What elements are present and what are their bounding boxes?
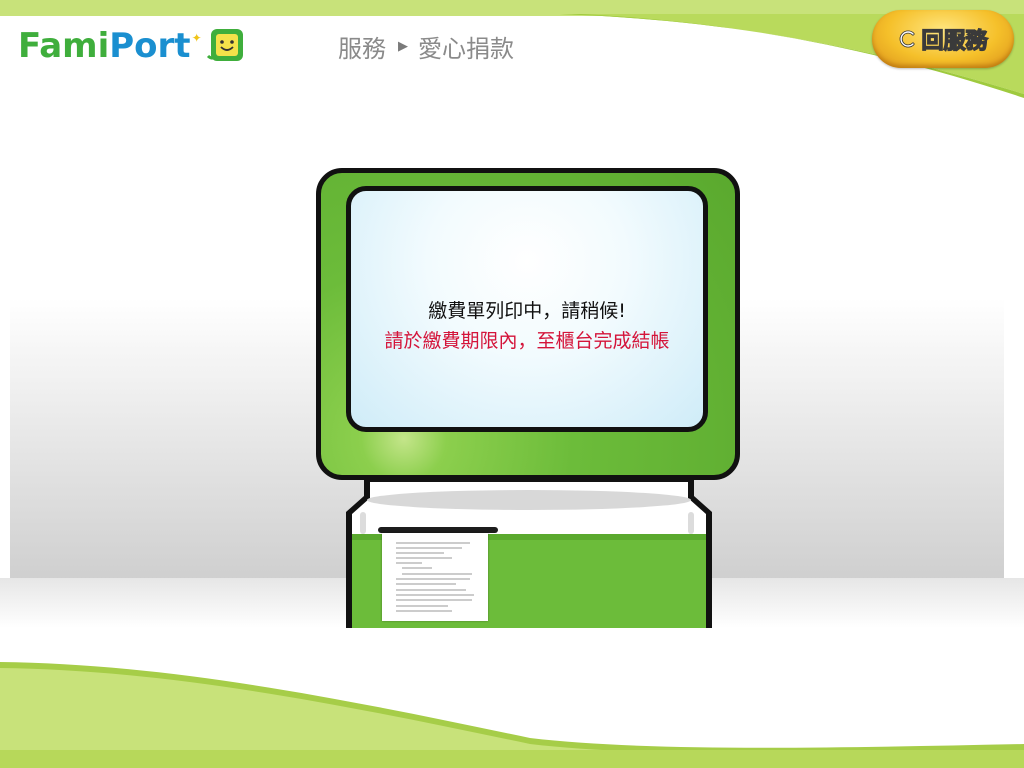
- payment-deadline-notice: 請於繳費期限內，至櫃台完成結帳: [384, 330, 670, 352]
- logo-text-fami: Fami: [18, 26, 110, 66]
- breadcrumb: 服務 ▶ 愛心捐款: [338, 28, 514, 64]
- return-arrow-icon: [900, 30, 915, 48]
- breadcrumb-section: 服務: [338, 34, 386, 63]
- sparkle-icon: ✦: [191, 31, 202, 45]
- breadcrumb-current: 愛心捐款: [418, 34, 514, 63]
- triangle-right-icon: ▶: [398, 38, 408, 54]
- payment-slip-icon: [382, 533, 488, 621]
- footer-swoosh: [0, 662, 1024, 768]
- logo-text-port: Port: [109, 26, 191, 66]
- back-button-content: 回服務: [898, 23, 988, 55]
- smiley-face-icon: [206, 29, 243, 61]
- famiport-logo: Fami Port ✦: [18, 24, 246, 68]
- back-to-services-button[interactable]: 回服務: [872, 10, 1014, 68]
- printing-status-message: 繳費單列印中，請稍候!: [428, 300, 626, 322]
- back-button-label: 回服務: [921, 28, 988, 54]
